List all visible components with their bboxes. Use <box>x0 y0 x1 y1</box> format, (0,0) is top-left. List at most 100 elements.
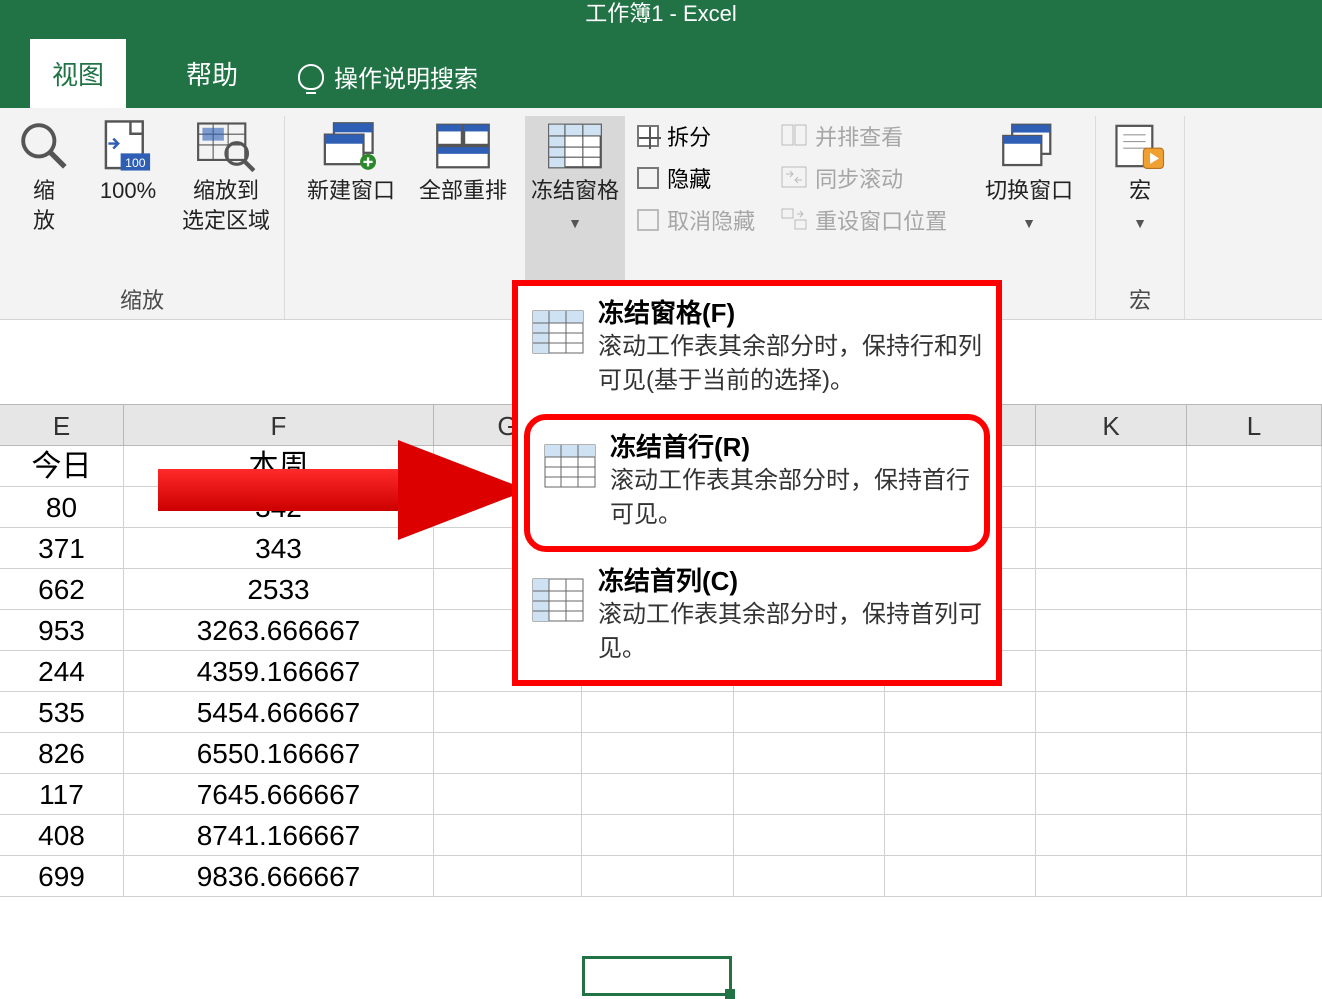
freeze-first-col-desc: 滚动工作表其余部分时，保持首列可见。 <box>598 598 982 666</box>
cell[interactable] <box>734 856 885 896</box>
cell[interactable]: 8741.166667 <box>124 815 434 855</box>
cell[interactable] <box>885 815 1036 855</box>
cell[interactable] <box>1187 733 1322 773</box>
cell[interactable] <box>734 815 885 855</box>
cell[interactable]: 6550.166667 <box>124 733 434 773</box>
cell[interactable] <box>1036 569 1187 609</box>
freeze-top-row-icon <box>544 444 596 488</box>
freeze-panes-title: 冻结窗格(F) <box>598 296 982 330</box>
macro-group: 宏 ▼ 宏 <box>1095 116 1185 319</box>
cell[interactable] <box>1036 692 1187 732</box>
column-header-E[interactable]: E <box>0 405 124 445</box>
cell[interactable] <box>1187 569 1322 609</box>
macro-group-label: 宏 <box>1129 283 1151 319</box>
cell[interactable] <box>885 692 1036 732</box>
cell[interactable]: 662 <box>0 569 124 609</box>
active-cell[interactable] <box>582 956 732 996</box>
unhide-button: 取消隐藏 <box>637 204 755 236</box>
freeze-top-row-item[interactable]: 冻结首行(R) 滚动工作表其余部分时，保持首行可见。 <box>524 414 990 552</box>
cell[interactable] <box>1187 487 1322 527</box>
cell[interactable] <box>1036 528 1187 568</box>
side-by-side-button: 并排查看 <box>781 120 947 152</box>
cell[interactable]: 699 <box>0 856 124 896</box>
cell[interactable]: 117 <box>0 774 124 814</box>
cell[interactable] <box>1036 610 1187 650</box>
cell[interactable] <box>1187 774 1322 814</box>
sync-scroll-button: 同步滚动 <box>781 162 947 194</box>
arrange-all-button[interactable]: 全部重排 <box>413 116 513 319</box>
cell[interactable] <box>734 774 885 814</box>
switch-window-icon <box>999 118 1059 174</box>
cell[interactable] <box>885 856 1036 896</box>
zoom-group-label: 缩放 <box>120 283 164 319</box>
cell[interactable]: 535 <box>0 692 124 732</box>
cell[interactable] <box>434 856 582 896</box>
cell[interactable]: 9836.666667 <box>124 856 434 896</box>
cell[interactable]: 今日 <box>0 446 124 486</box>
cell[interactable] <box>1036 651 1187 691</box>
column-header-F[interactable]: F <box>124 405 434 445</box>
tab-view[interactable]: 视图 <box>30 39 126 108</box>
cell[interactable] <box>1036 487 1187 527</box>
zoom-button[interactable]: 缩 放 <box>8 116 80 283</box>
freeze-first-col-item[interactable]: 冻结首列(C) 滚动工作表其余部分时，保持首列可见。 <box>518 554 996 680</box>
cell[interactable] <box>734 692 885 732</box>
cell[interactable] <box>434 733 582 773</box>
cell[interactable] <box>1187 856 1322 896</box>
cell[interactable] <box>582 856 734 896</box>
cell[interactable] <box>434 774 582 814</box>
cell[interactable]: 826 <box>0 733 124 773</box>
cell[interactable]: 5454.666667 <box>124 692 434 732</box>
cell[interactable] <box>582 733 734 773</box>
cell[interactable] <box>885 733 1036 773</box>
cell[interactable] <box>1187 651 1322 691</box>
cell[interactable]: 953 <box>0 610 124 650</box>
cell[interactable]: 3263.666667 <box>124 610 434 650</box>
tab-help[interactable]: 帮助 <box>164 39 260 108</box>
title-bar: 工作簿1 - Excel <box>0 0 1322 36</box>
cell[interactable]: 2533 <box>124 569 434 609</box>
chevron-down-icon: ▼ <box>568 208 582 238</box>
new-window-button[interactable]: 新建窗口 <box>301 116 401 319</box>
cell[interactable] <box>582 692 734 732</box>
cell[interactable]: 80 <box>0 487 124 527</box>
cell[interactable] <box>734 733 885 773</box>
cell[interactable]: 7645.666667 <box>124 774 434 814</box>
cell[interactable] <box>582 815 734 855</box>
cell[interactable] <box>885 774 1036 814</box>
cell[interactable] <box>434 815 582 855</box>
macro-button[interactable]: 宏 ▼ <box>1104 116 1176 283</box>
zoom-selection-button[interactable]: 缩放到 选定区域 <box>176 116 276 283</box>
cell[interactable] <box>1036 856 1187 896</box>
cell[interactable] <box>1187 446 1322 486</box>
cell[interactable]: 4359.166667 <box>124 651 434 691</box>
cell[interactable] <box>1187 815 1322 855</box>
cell[interactable] <box>434 692 582 732</box>
cell[interactable] <box>1036 815 1187 855</box>
table-row: 1177645.666667 <box>0 774 1322 815</box>
cell[interactable]: 371 <box>0 528 124 568</box>
column-header-L[interactable]: L <box>1187 405 1322 445</box>
hide-button[interactable]: 隐藏 <box>637 162 755 194</box>
cell[interactable] <box>1036 733 1187 773</box>
cell[interactable]: 244 <box>0 651 124 691</box>
tell-me-search[interactable]: 操作说明搜索 <box>298 59 478 108</box>
cell[interactable] <box>1187 692 1322 732</box>
freeze-first-col-title: 冻结首列(C) <box>598 564 982 598</box>
column-header-K[interactable]: K <box>1036 405 1187 445</box>
split-button[interactable]: 拆分 <box>637 120 755 152</box>
cell[interactable] <box>582 774 734 814</box>
arrange-all-icon <box>433 118 493 174</box>
ribbon-tabs: 视图 帮助 操作说明搜索 <box>0 36 1322 108</box>
cell[interactable]: 408 <box>0 815 124 855</box>
freeze-panes-item[interactable]: 冻结窗格(F) 滚动工作表其余部分时，保持行和列可见(基于当前的选择)。 <box>518 286 996 412</box>
cell[interactable] <box>1187 610 1322 650</box>
tell-me-label: 操作说明搜索 <box>334 59 478 94</box>
annotation-arrow <box>158 440 528 540</box>
zoom-100-button[interactable]: 100 100% <box>92 116 164 283</box>
zoom-selection-icon <box>196 118 256 174</box>
cell[interactable] <box>1187 528 1322 568</box>
cell[interactable] <box>1036 774 1187 814</box>
cell[interactable] <box>1036 446 1187 486</box>
new-window-icon <box>321 118 381 174</box>
